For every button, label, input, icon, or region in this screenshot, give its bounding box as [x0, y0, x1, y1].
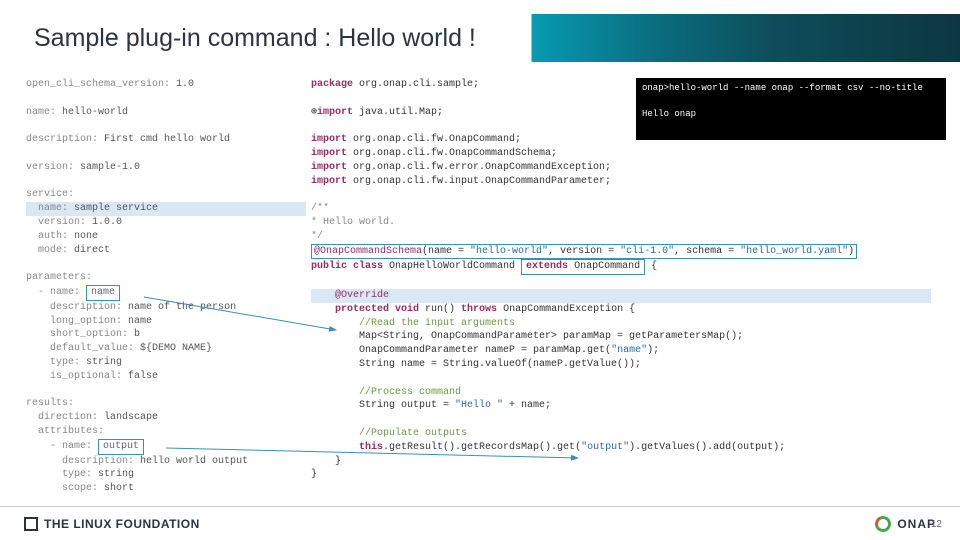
page-number: 12 [931, 519, 942, 530]
onap-ring-icon [873, 513, 894, 534]
lf-square-icon [24, 517, 38, 531]
java-highlight-line: @Override [311, 289, 931, 303]
footer: THE LINUX FOUNDATION ONAP [0, 506, 960, 540]
linux-foundation-logo: THE LINUX FOUNDATION [24, 517, 200, 531]
yaml-schema: open_cli_schema_version: 1.0 name: hello… [26, 78, 306, 496]
param-name-box: name [86, 285, 120, 301]
onap-logo: ONAP [875, 516, 936, 532]
yaml-highlight-row: name: sample service [26, 202, 306, 216]
terminal-output: onap>hello-world --name onap --format cs… [636, 78, 946, 140]
slide-title: Sample plug-in command : Hello world ! [28, 14, 960, 62]
annotation-box: @OnapCommandSchema(name = "hello-world",… [311, 244, 857, 260]
content-area: open_cli_schema_version: 1.0 name: hello… [26, 78, 946, 504]
result-output-box: output [98, 439, 144, 455]
extends-box: extends OnapCommand [521, 259, 645, 275]
